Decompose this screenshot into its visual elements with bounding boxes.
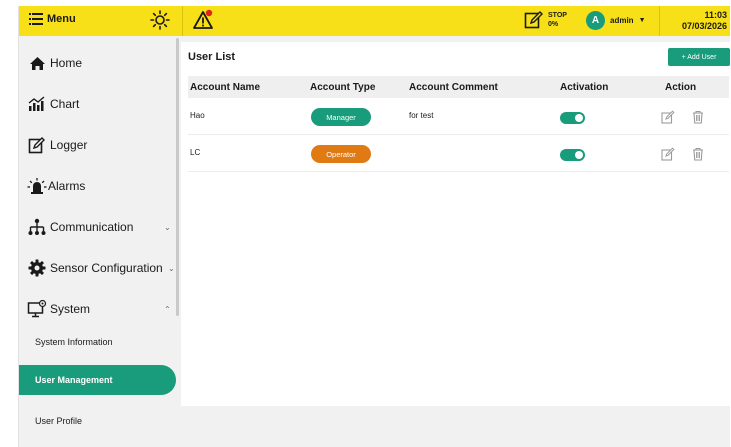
sidebar-item-label: System xyxy=(50,302,91,316)
avatar: A xyxy=(586,11,605,30)
sidebar-item-logger[interactable]: Logger xyxy=(19,130,177,160)
clock: 11:03 07/03/2026 xyxy=(682,10,727,32)
sidebar-item-alarms[interactable]: Alarms xyxy=(19,171,177,201)
edit-icon[interactable] xyxy=(661,147,675,161)
toggle-knob xyxy=(575,114,583,122)
chevron-down-icon: ⌄ xyxy=(168,263,175,273)
sidebar-subitem-label: System Information xyxy=(35,337,113,347)
hamburger-icon xyxy=(29,13,43,25)
network-icon xyxy=(27,218,47,236)
column-header[interactable]: Account Comment xyxy=(409,82,498,93)
chevron-down-icon: ⌄ xyxy=(164,222,171,232)
monitor-icon xyxy=(27,300,47,318)
caret-down-icon: ▼ xyxy=(638,17,646,24)
table-header: Account Name Account Type Account Commen… xyxy=(188,76,729,98)
run-status: STOP 0% xyxy=(548,11,567,29)
trash-icon[interactable] xyxy=(691,110,705,124)
account-type-badge: Operator xyxy=(311,145,371,163)
time: 11:03 xyxy=(704,10,727,20)
activation-toggle[interactable] xyxy=(560,149,585,161)
toggle-knob xyxy=(575,151,583,159)
user-name: admin xyxy=(610,16,634,25)
sidebar-subitem-label: User Management xyxy=(35,375,113,385)
date: 07/03/2026 xyxy=(681,21,727,31)
account-comment: for test xyxy=(409,111,434,120)
sidebar-item-label: Communication xyxy=(50,220,134,234)
edit-icon[interactable] xyxy=(661,110,675,124)
top-bar: Menu STOP 0% A admin ▼ 11:03 07/03/2026 xyxy=(19,6,730,36)
brightness-icon[interactable] xyxy=(150,10,170,30)
trash-icon[interactable] xyxy=(691,147,705,161)
column-header[interactable]: Action xyxy=(665,82,696,93)
column-header[interactable]: Account Name xyxy=(190,82,260,93)
sidebar-item-label: Home xyxy=(50,56,83,70)
sidebar-subitem-user-management[interactable]: User Management xyxy=(19,365,176,395)
chevron-up-icon: ⌃ xyxy=(164,304,171,314)
status-progress: 0% xyxy=(548,21,559,28)
divider xyxy=(659,6,660,36)
logger-icon xyxy=(27,136,47,154)
user-list-panel: User List + Add User Account Name Accoun… xyxy=(181,42,730,406)
sidebar-item-communication[interactable]: Communication ⌄ xyxy=(19,212,177,242)
sidebar-item-label: Alarms xyxy=(48,179,86,193)
sidebar-subitem-label: User Profile xyxy=(35,416,83,426)
sidebar-item-label: Sensor Configuration xyxy=(50,261,163,275)
add-user-button[interactable]: + Add User xyxy=(668,48,730,66)
menu-label: Menu xyxy=(47,13,76,25)
warning-icon[interactable] xyxy=(193,9,215,31)
menu-button[interactable]: Menu xyxy=(29,13,76,25)
column-header[interactable]: Activation xyxy=(560,82,608,93)
sidebar-item-system[interactable]: System ⌃ xyxy=(19,294,177,324)
bottom-area xyxy=(181,406,730,447)
sidebar-subitem-system-information[interactable]: System Information xyxy=(19,327,176,357)
account-type-badge: Manager xyxy=(311,108,371,126)
sidebar-subitem-user-profile[interactable]: User Profile xyxy=(19,406,176,436)
column-header[interactable]: Account Type xyxy=(310,82,375,93)
table-row: Hao Manager for test xyxy=(188,99,729,135)
table-row: LC Operator xyxy=(188,136,729,172)
sidebar-item-sensor-configuration[interactable]: Sensor Configuration ⌄ xyxy=(19,253,177,283)
page-title: User List xyxy=(188,51,236,63)
divider xyxy=(182,6,183,36)
sidebar-item-home[interactable]: Home xyxy=(19,48,177,78)
sidebar: Home Chart Logger Alarms Communication ⌄… xyxy=(19,36,181,447)
sidebar-item-label: Chart xyxy=(50,97,80,111)
edit-status-icon[interactable] xyxy=(524,10,544,30)
sidebar-item-chart[interactable]: Chart xyxy=(19,89,177,119)
user-menu[interactable]: A admin ▼ xyxy=(586,11,646,30)
account-name: LC xyxy=(190,148,201,157)
account-name: Hao xyxy=(190,111,205,120)
home-icon xyxy=(27,54,47,72)
alarm-icon xyxy=(27,177,47,195)
status-state: STOP xyxy=(548,12,567,19)
chart-icon xyxy=(27,95,47,113)
sidebar-item-label: Logger xyxy=(50,138,88,152)
activation-toggle[interactable] xyxy=(560,112,585,124)
app-frame: Menu STOP 0% A admin ▼ 11:03 07/03/2026 … xyxy=(18,6,730,447)
gear-icon xyxy=(27,259,47,277)
